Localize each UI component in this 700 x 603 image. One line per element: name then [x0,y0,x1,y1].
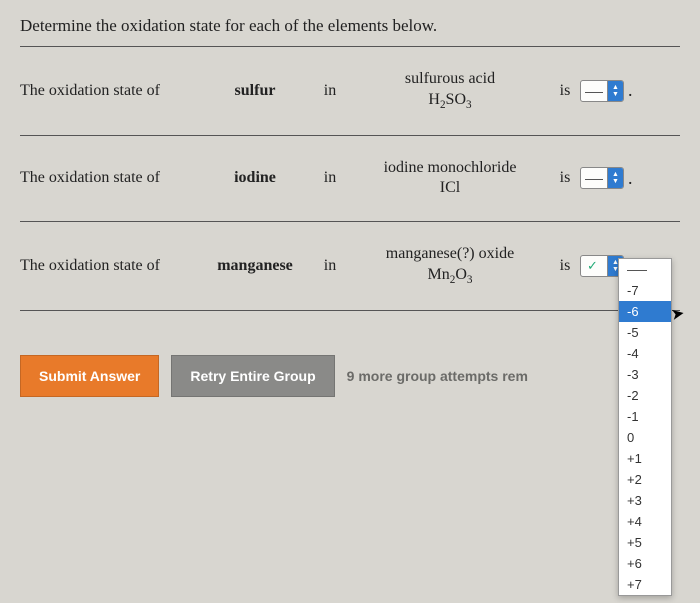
dropdown-option[interactable]: -6 [619,301,671,322]
question-row: The oxidation state of iodine in iodine … [20,136,680,222]
element-name: manganese [200,257,310,275]
answer-cell: ▲▼ . [580,80,660,102]
dropdown-option[interactable]: +2 [619,469,671,490]
dropdown-option[interactable]: +1 [619,448,671,469]
dropdown-option[interactable]: +5 [619,532,671,553]
prefix-text: The oxidation state of [20,169,200,187]
compound: manganese(?) oxide Mn2O3 [350,244,550,288]
answer-cell: ▲▼ . [580,167,660,189]
compound: iodine monochloride ICl [350,158,550,200]
question-text: Determine the oxidation state for each o… [20,10,680,46]
element-name: sulfur [200,82,310,100]
stepper-arrows-icon[interactable]: ▲▼ [607,168,623,188]
compound-formula: ICl [350,178,550,199]
in-text: in [310,82,350,100]
oxidation-state-dropdown[interactable]: -7-6-5-4-3-2-10+1+2+3+4+5+6+7 [618,258,672,596]
period: . [628,80,633,101]
compound-name: sulfurous acid [350,69,550,90]
prefix-text: The oxidation state of [20,82,200,100]
compound-formula: Mn2O3 [350,265,550,288]
button-row: Submit Answer Retry Entire Group 9 more … [20,355,680,397]
compound-name: iodine monochloride [350,158,550,179]
in-text: in [310,257,350,275]
is-text: is [550,82,580,100]
compound-formula: H2SO3 [350,90,550,113]
dropdown-option[interactable]: +6 [619,553,671,574]
dropdown-option[interactable]: +7 [619,574,671,595]
oxidation-stepper[interactable]: ▲▼ [580,167,624,189]
dropdown-option[interactable]: +3 [619,490,671,511]
dropdown-option[interactable]: -1 [619,406,671,427]
attempts-remaining: 9 more group attempts rem [347,368,528,384]
prefix-text: The oxidation state of [20,257,200,275]
cursor-icon: ➤ [669,303,686,325]
period: . [628,168,633,189]
element-name: iodine [200,169,310,187]
check-icon: ✓ [581,258,607,274]
blank-value [585,172,603,180]
divider [20,310,680,311]
dropdown-option[interactable] [619,259,671,280]
stepper-arrows-icon[interactable]: ▲▼ [607,81,623,101]
compound-name: manganese(?) oxide [350,244,550,265]
question-row: The oxidation state of sulfur in sulfuro… [20,47,680,135]
in-text: in [310,169,350,187]
submit-button[interactable]: Submit Answer [20,355,159,397]
dropdown-option[interactable]: -7 [619,280,671,301]
dropdown-option[interactable]: +4 [619,511,671,532]
dropdown-option[interactable]: -2 [619,385,671,406]
is-text: is [550,169,580,187]
compound: sulfurous acid H2SO3 [350,69,550,113]
is-text: is [550,257,580,275]
dropdown-option[interactable]: 0 [619,427,671,448]
dropdown-option[interactable]: -3 [619,364,671,385]
oxidation-stepper[interactable]: ▲▼ [580,80,624,102]
dropdown-option[interactable]: -4 [619,343,671,364]
dropdown-option[interactable]: -5 [619,322,671,343]
retry-button[interactable]: Retry Entire Group [171,355,334,397]
blank-value [585,85,603,93]
question-row: The oxidation state of manganese in mang… [20,222,680,310]
